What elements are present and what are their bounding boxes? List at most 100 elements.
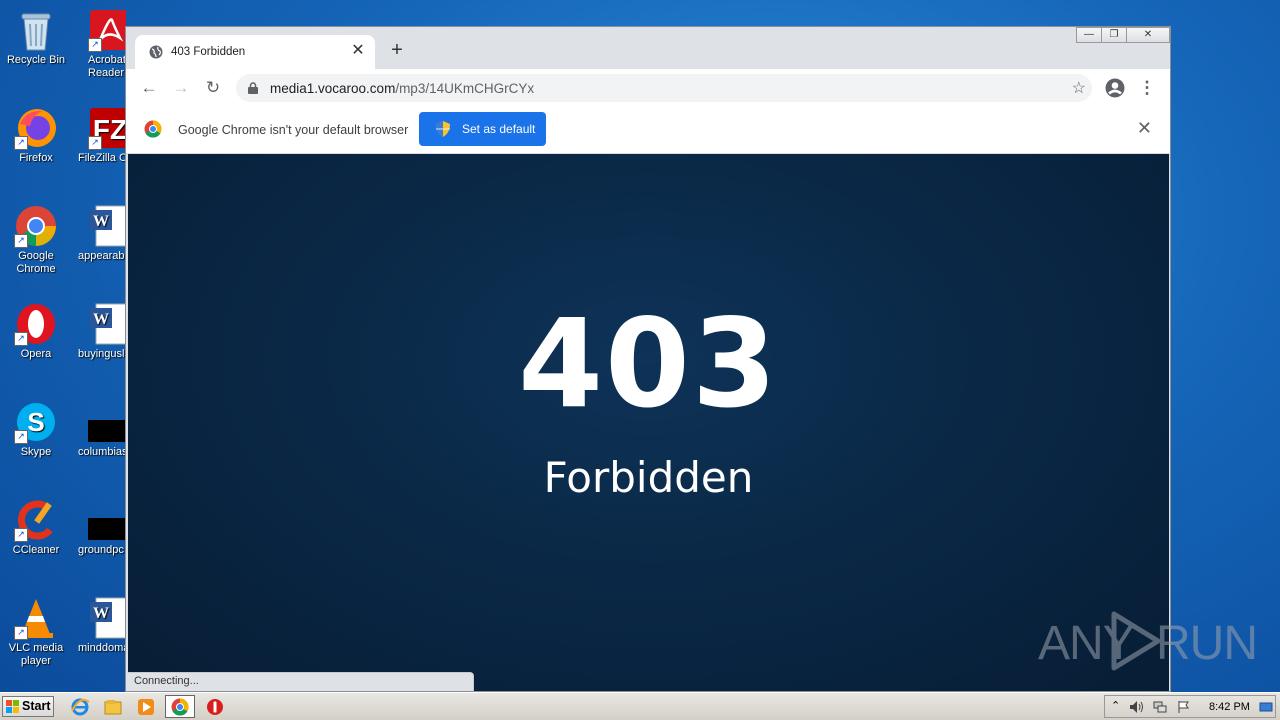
play-triangle-icon — [1110, 610, 1162, 675]
svg-text:S: S — [27, 407, 44, 437]
acrobat-icon: ↗ — [88, 8, 126, 52]
lock-icon — [248, 82, 258, 94]
desktop-icon-filezilla[interactable]: FZ ↗ FileZilla C — [78, 106, 126, 165]
desktop-icon-label: columbias — [78, 446, 126, 458]
url-host: media1.vocaroo.com — [270, 81, 396, 96]
desktop-icon-groundpc[interactable]: groundpc — [78, 498, 126, 557]
shield-icon — [436, 121, 450, 140]
desktop-icon-skype[interactable]: S ↗ Skype — [0, 400, 72, 459]
tab-active[interactable]: 403 Forbidden ✕ — [135, 35, 375, 69]
desktop-icon-buyingusl[interactable]: W buyingusl — [78, 302, 126, 361]
toolbar: ← → ↻ media1.vocaroo.com/mp3/14UKmCHGrCY… — [126, 69, 1170, 105]
desktop-icon-google-chrome[interactable]: ↗ Google Chrome — [0, 204, 72, 276]
minimize-button[interactable]: — — [1076, 27, 1102, 43]
system-tray: ⌃ 8:42 PM — [1104, 695, 1276, 718]
watermark-right-text: RUN — [1156, 617, 1258, 670]
start-label: Start — [22, 699, 51, 713]
close-window-button[interactable]: ✕ — [1126, 27, 1170, 43]
desktop-icon-label: Acrobat Reader — [88, 54, 126, 79]
vlc-icon: ↗ — [14, 596, 58, 640]
error-code: 403 — [518, 293, 779, 435]
menu-icon[interactable]: ⋮ — [1136, 77, 1158, 99]
shortcut-arrow-icon: ↗ — [88, 38, 102, 52]
infobar-close-icon[interactable]: ✕ — [1137, 118, 1152, 139]
desktop-icon-label: Skype — [20, 446, 52, 458]
desktop-icon-label: FileZilla C — [78, 152, 126, 164]
desktop-icon-acrobat[interactable]: ↗ Acrobat Reader — [78, 8, 126, 80]
reload-button[interactable]: ↻ — [202, 77, 224, 99]
ccleaner-icon: ↗ — [14, 498, 58, 542]
chrome-window: 403 Forbidden ✕ + — ❐ ✕ ← → ↻ media1.voc… — [125, 26, 1171, 692]
page-content: 403 Forbidden Connecting... — [128, 154, 1169, 691]
shortcut-arrow-icon: ↗ — [14, 332, 28, 346]
stop-icon[interactable] — [205, 697, 225, 717]
desktop-icon-label: CCleaner — [12, 544, 60, 556]
desktop-icon-recycle-bin[interactable]: Recycle Bin — [0, 8, 72, 67]
status-bubble: Connecting... — [128, 672, 474, 691]
ie-icon[interactable] — [70, 697, 90, 717]
desktop-icon-columbias[interactable]: columbias — [78, 400, 126, 459]
url-text: media1.vocaroo.com/mp3/14UKmCHGrCYx — [270, 81, 534, 96]
network-icon[interactable] — [1153, 700, 1167, 714]
shortcut-arrow-icon: ↗ — [14, 626, 28, 640]
desktop-icon-label: groundpc — [78, 544, 124, 556]
infobar-message: Google Chrome isn't your default browser — [178, 123, 409, 137]
restore-button[interactable]: ❐ — [1101, 27, 1127, 43]
svg-text:W: W — [93, 213, 109, 230]
desktop-icon-label: appearab — [78, 250, 125, 262]
clock[interactable]: 8:42 PM — [1209, 701, 1250, 713]
firefox-icon: ↗ — [14, 106, 58, 150]
media-player-icon[interactable] — [136, 697, 156, 717]
desktop-icon-label: Firefox — [19, 152, 53, 164]
svg-text:W: W — [93, 605, 109, 622]
desktop-icon-vlc[interactable]: ↗ VLC media player — [0, 596, 72, 668]
profile-icon[interactable] — [1104, 77, 1126, 99]
chrome-icon: ↗ — [14, 204, 58, 248]
globe-icon — [149, 45, 163, 59]
opera-icon: ↗ — [14, 302, 58, 346]
desktop-icon-label: minddoma — [78, 642, 126, 654]
desktop-icon-label: buyingusl — [78, 348, 125, 360]
word-document-icon: W — [88, 204, 126, 248]
back-button[interactable]: ← — [138, 77, 160, 99]
default-browser-infobar: Google Chrome isn't your default browser… — [126, 105, 1170, 154]
set-as-default-button[interactable]: Set as default — [419, 112, 546, 146]
file-thumbnail-icon — [88, 498, 126, 542]
tab-strip: 403 Forbidden ✕ + — ❐ ✕ — [126, 27, 1170, 69]
desktop-icon-firefox[interactable]: ↗ Firefox — [0, 106, 72, 165]
address-bar[interactable]: media1.vocaroo.com/mp3/14UKmCHGrCYx ☆ — [236, 74, 1092, 102]
start-button[interactable]: Start — [2, 696, 54, 717]
set-as-default-label: Set as default — [462, 122, 536, 136]
new-tab-button[interactable]: + — [386, 39, 408, 61]
tray-expand-icon[interactable]: ⌃ — [1111, 699, 1125, 713]
chrome-icon — [171, 698, 189, 719]
desktop-icon-minddoma[interactable]: W minddoma — [78, 596, 126, 655]
volume-icon[interactable] — [1129, 700, 1143, 714]
show-desktop-icon[interactable] — [1259, 700, 1273, 714]
skype-icon: S ↗ — [14, 400, 58, 444]
shortcut-arrow-icon: ↗ — [14, 234, 28, 248]
bookmark-star-icon[interactable]: ☆ — [1072, 78, 1086, 98]
chrome-logo-icon — [144, 120, 162, 141]
word-document-icon: W — [88, 596, 126, 640]
desktop-icon-label: Recycle Bin — [6, 54, 66, 66]
forward-button[interactable]: → — [170, 77, 192, 99]
desktop-icon-label: Google Chrome — [16, 250, 56, 275]
explorer-icon[interactable] — [103, 697, 123, 717]
file-thumbnail-icon — [88, 400, 126, 444]
taskbar: Start ⌃ 8:42 PM — [0, 692, 1280, 720]
chrome-taskbar-button[interactable] — [165, 695, 195, 718]
desktop-icon-label: Opera — [20, 348, 52, 360]
shortcut-arrow-icon: ↗ — [14, 528, 28, 542]
windows-logo-icon — [6, 700, 19, 713]
anyrun-watermark: ANY RUN — [1038, 608, 1258, 675]
desktop-icon-opera[interactable]: ↗ Opera — [0, 302, 72, 361]
desktop-icon-appearab[interactable]: W appearab — [78, 204, 126, 263]
recycle-bin-icon — [14, 8, 58, 52]
shortcut-arrow-icon: ↗ — [14, 430, 28, 444]
error-text: Forbidden — [543, 453, 754, 502]
action-center-flag-icon[interactable] — [1177, 700, 1191, 714]
filezilla-icon: FZ ↗ — [88, 106, 126, 150]
tab-close-icon[interactable]: ✕ — [349, 42, 367, 60]
desktop-icon-ccleaner[interactable]: ↗ CCleaner — [0, 498, 72, 557]
